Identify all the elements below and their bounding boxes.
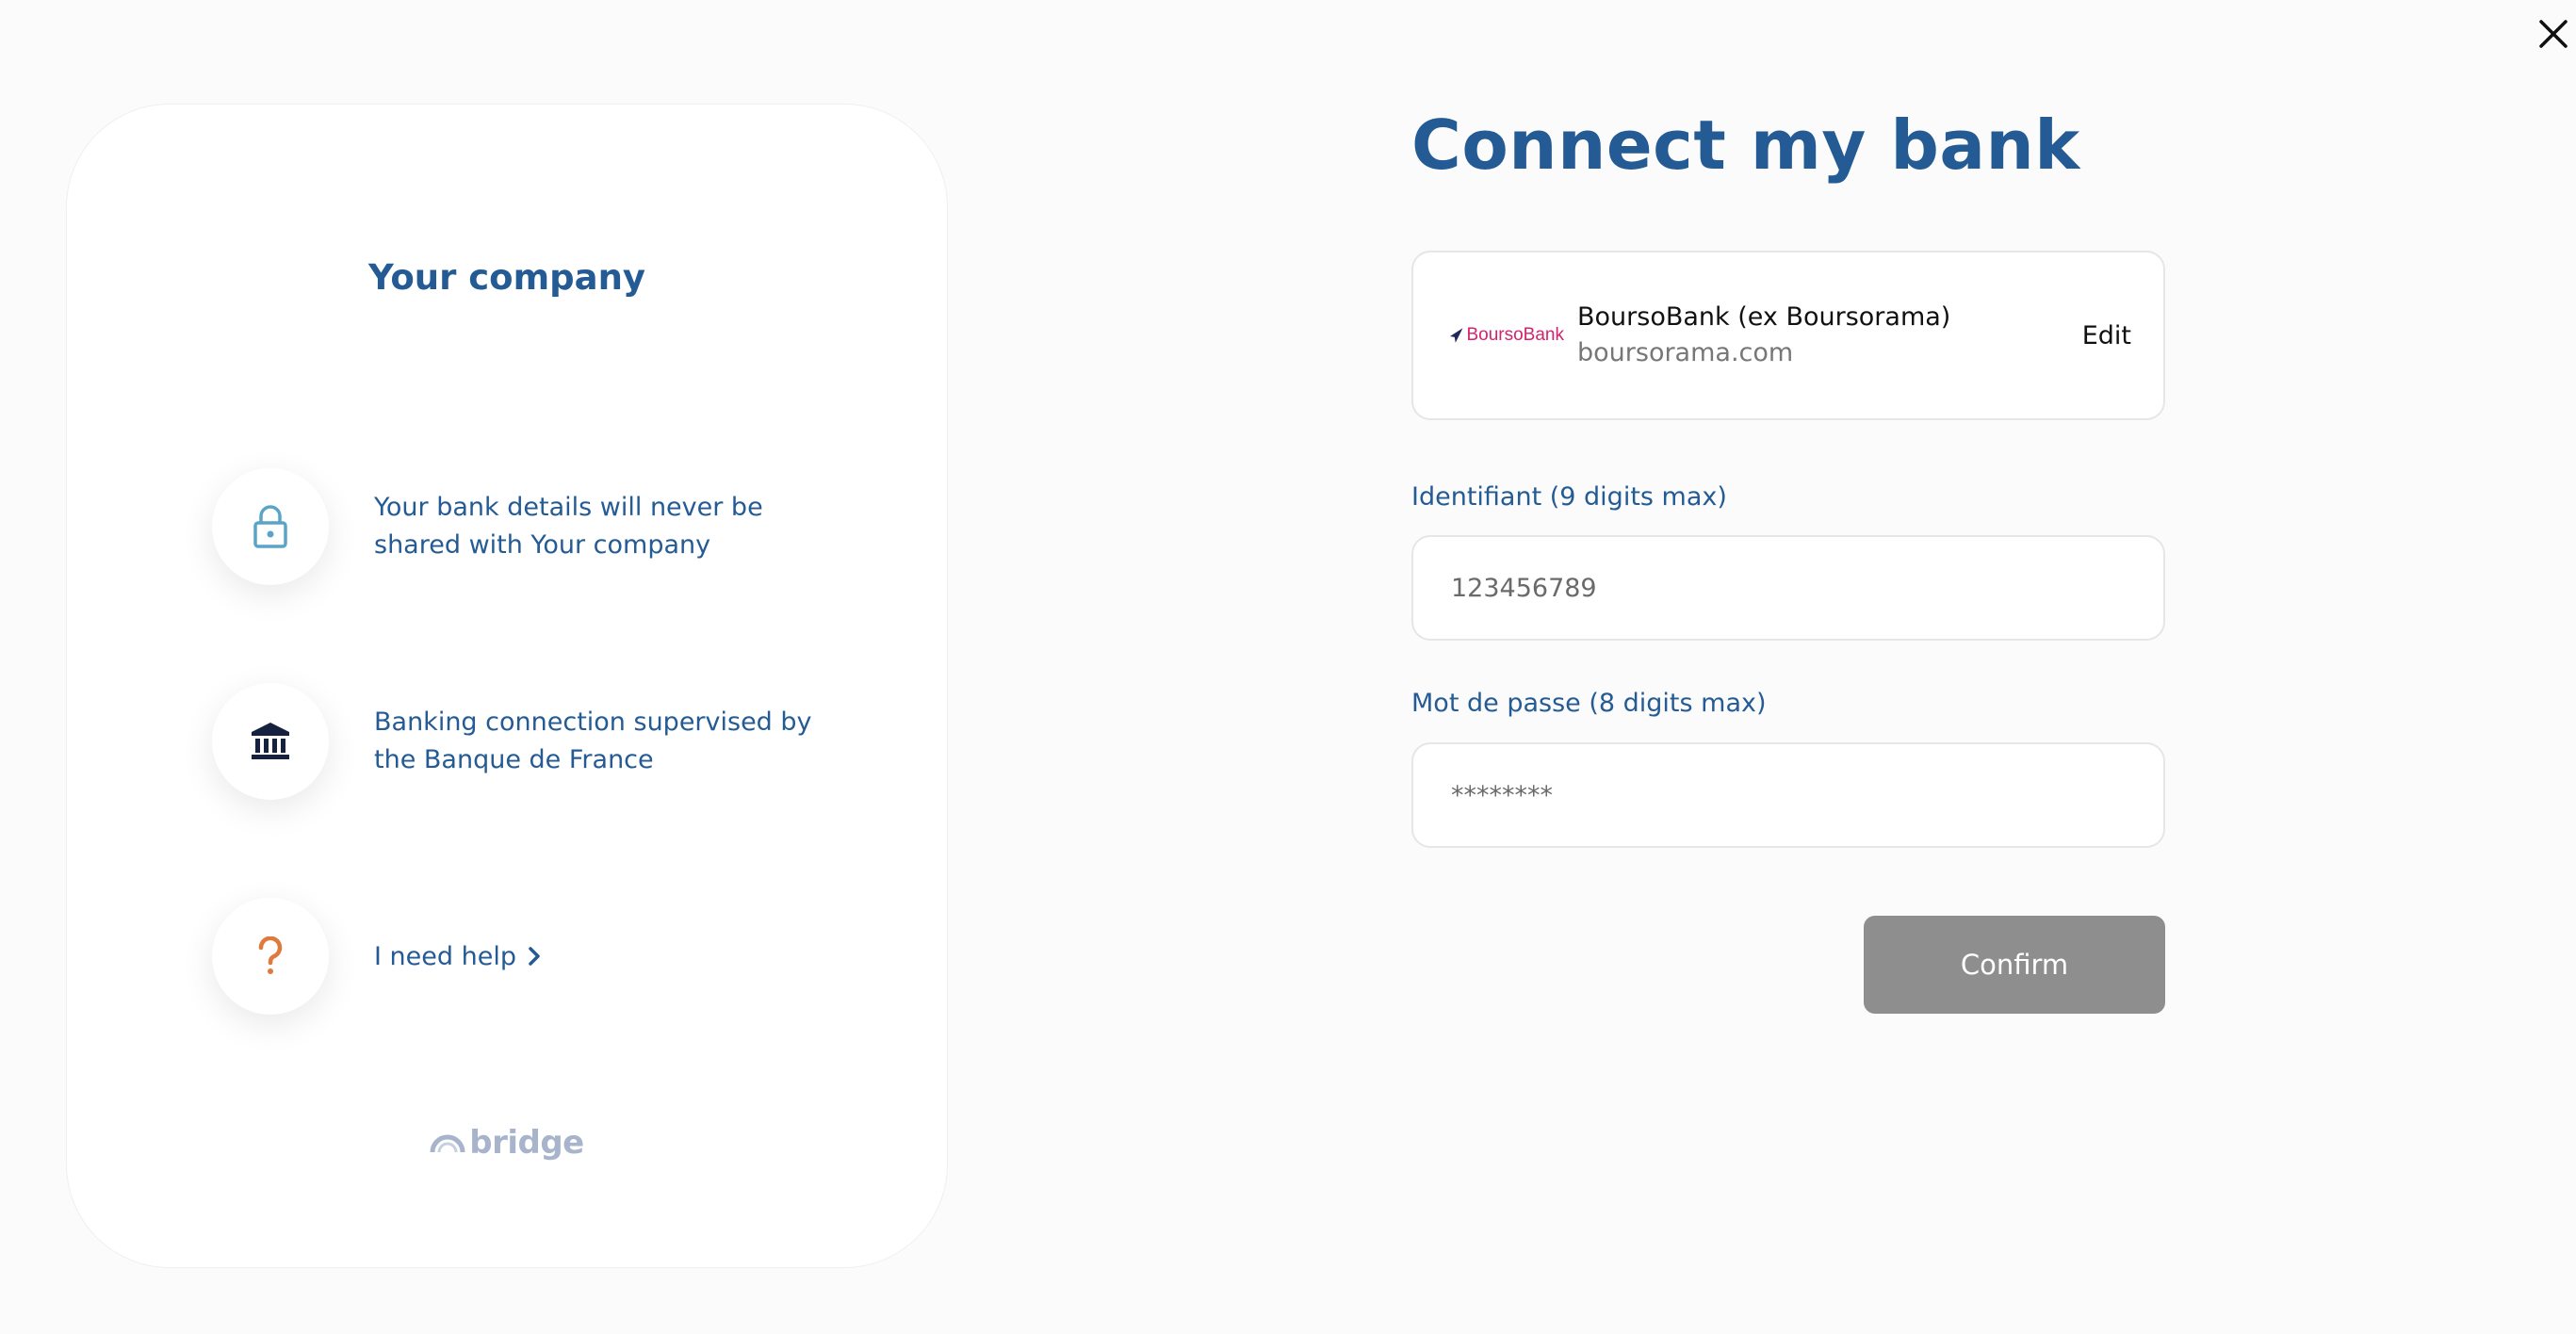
feature-supervision-text: Banking connection supervised by the Ban… [374, 708, 812, 774]
bank-name: BoursoBank (ex Boursorama) [1577, 302, 1951, 332]
close-button[interactable] [2535, 15, 2572, 53]
bridge-logo-text: bridge [469, 1124, 584, 1162]
lock-icon [253, 505, 287, 548]
bank-info: BoursoBank (ex Boursorama) boursorama.co… [1577, 300, 2082, 371]
password-input[interactable] [1411, 742, 2165, 848]
help-link-label: I need help [374, 941, 516, 971]
page-title: Connect my bank [1411, 106, 2080, 185]
info-panel: Your company Your bank details will neve… [66, 104, 948, 1268]
bank-building-icon [252, 723, 289, 759]
feature-icon-circle [212, 898, 329, 1015]
selected-bank-card: BoursoBank BoursoBank (ex Boursorama) bo… [1411, 251, 2165, 420]
bank-domain: boursorama.com [1577, 338, 1794, 367]
bank-logo: BoursoBank [1449, 325, 1564, 346]
feature-help: I need help [212, 898, 541, 1015]
company-title: Your company [367, 257, 646, 298]
bridge-logo: bridge [67, 1124, 947, 1162]
password-label: Mot de passe (8 digits max) [1411, 689, 1767, 718]
feature-supervision: Banking connection supervised by the Ban… [212, 683, 826, 800]
feature-icon-circle [212, 683, 329, 800]
feature-privacy: Your bank details will never be shared w… [212, 468, 826, 585]
identifier-label: Identifiant (9 digits max) [1411, 482, 1727, 512]
chevron-right-icon [529, 947, 540, 966]
question-icon [258, 936, 283, 974]
bridge-arc-icon [430, 1134, 465, 1153]
bank-logo-text: BoursoBank [1466, 325, 1564, 345]
confirm-button[interactable]: Confirm [1864, 916, 2165, 1014]
feature-privacy-text: Your bank details will never be shared w… [374, 493, 763, 560]
boursobank-arrow-icon [1449, 328, 1463, 343]
edit-bank-button[interactable]: Edit [2082, 321, 2131, 350]
close-icon [2539, 20, 2568, 48]
feature-icon-circle [212, 468, 329, 585]
help-link[interactable]: I need help [374, 942, 541, 971]
identifier-input[interactable] [1411, 535, 2165, 641]
